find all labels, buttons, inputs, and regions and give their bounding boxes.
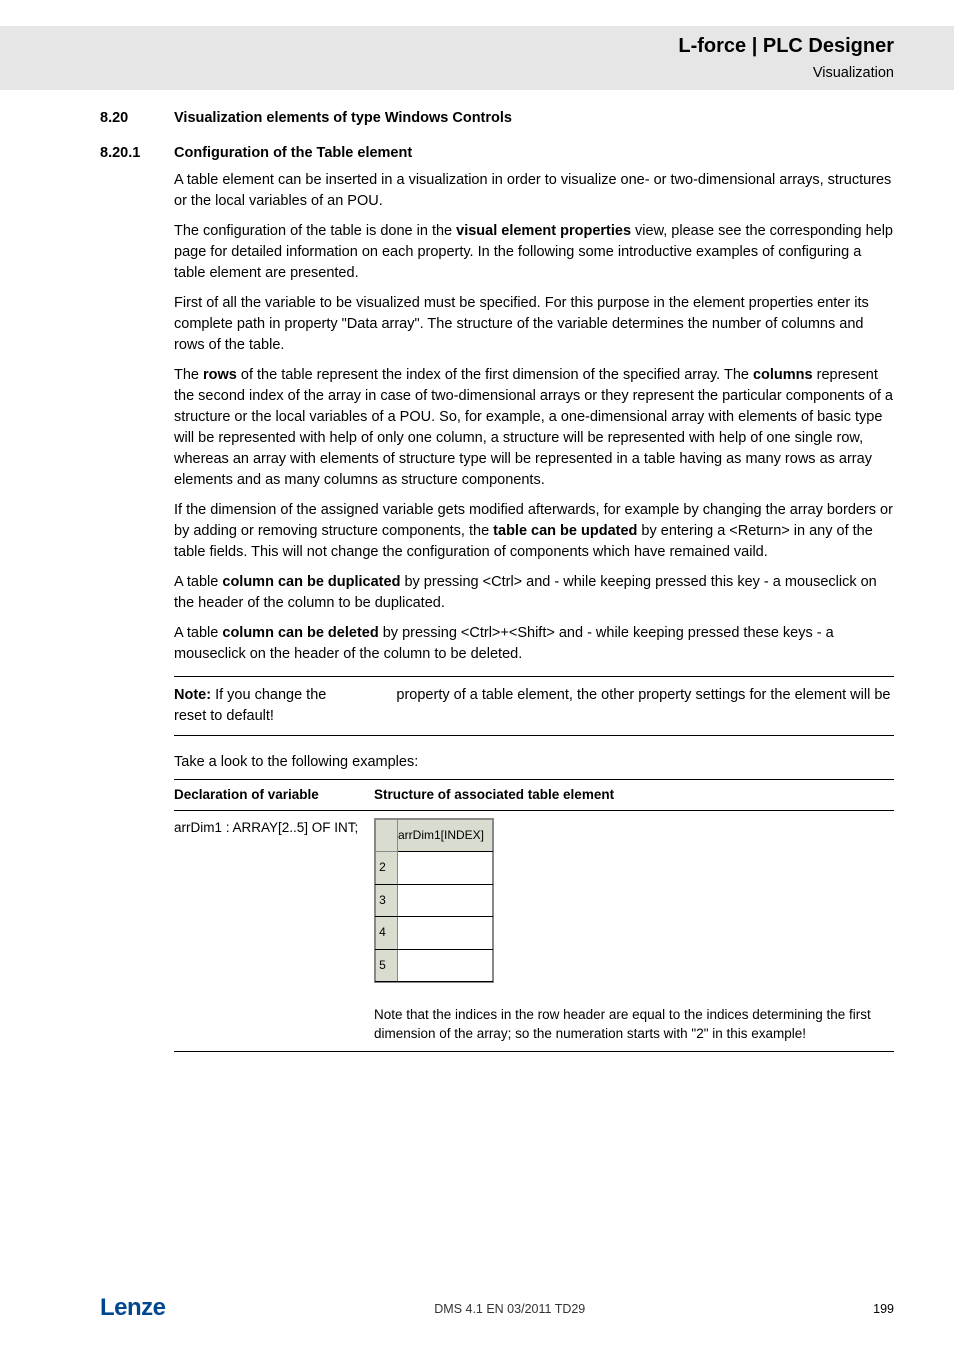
header-text-block: L-force | PLC Designer Visualization (100, 26, 954, 90)
paragraph-7: A table column can be deleted by pressin… (174, 623, 894, 665)
declaration-cell: arrDim1 : ARRAY[2..5] OF INT; (174, 810, 374, 1051)
content-body: A table element can be inserted in a vis… (174, 170, 894, 665)
paragraph-6: A table column can be duplicated by pres… (174, 572, 894, 614)
header-accent (0, 26, 100, 90)
structure-cell: arrDim1[INDEX] 2 3 4 5 Note that the ind… (374, 810, 894, 1051)
col-header-structure: Structure of associated table element (374, 780, 894, 811)
paragraph-4: The rows of the table represent the inde… (174, 365, 894, 491)
mini-row-head: 2 (376, 852, 398, 884)
paragraph-1: A table element can be inserted in a vis… (174, 170, 894, 212)
mini-row-head: 5 (376, 949, 398, 981)
mini-corner (376, 819, 398, 851)
paragraph-3: First of all the variable to be visualiz… (174, 293, 894, 356)
mini-table-screenshot: arrDim1[INDEX] 2 3 4 5 (374, 818, 494, 983)
note-box: Note: If you change the property of a ta… (174, 676, 894, 736)
mini-col-head: arrDim1[INDEX] (398, 819, 493, 851)
paragraph-5: If the dimension of the assigned variabl… (174, 500, 894, 563)
note-text-a: If you change the (211, 687, 330, 703)
footer-page-number: 199 (854, 1300, 894, 1318)
mini-row-head: 4 (376, 917, 398, 949)
page-header: L-force | PLC Designer Visualization (0, 26, 954, 90)
examples-table: Declaration of variable Structure of ass… (174, 779, 894, 1051)
note-lead: Note: (174, 687, 211, 703)
section-8-20-1: 8.20.1 Configuration of the Table elemen… (100, 143, 894, 164)
mini-table-note: Note that the indices in the row header … (374, 1005, 886, 1044)
paragraph-2: The configuration of the table is done i… (174, 221, 894, 284)
section-title: Visualization elements of type Windows C… (174, 108, 512, 129)
header-title: L-force | PLC Designer (100, 32, 894, 61)
subsection-number: 8.20.1 (100, 143, 174, 164)
subsection-title: Configuration of the Table element (174, 143, 412, 164)
header-subtitle: Visualization (100, 63, 894, 84)
section-8-20: 8.20 Visualization elements of type Wind… (100, 108, 894, 129)
page-footer: Lenze DMS 4.1 EN 03/2011 TD29 199 (100, 1291, 894, 1326)
mini-row-head: 3 (376, 884, 398, 916)
footer-doc-id: DMS 4.1 EN 03/2011 TD29 (166, 1300, 854, 1318)
col-header-declaration: Declaration of variable (174, 780, 374, 811)
section-number: 8.20 (100, 108, 174, 129)
table-row: arrDim1 : ARRAY[2..5] OF INT; arrDim1[IN… (174, 810, 894, 1051)
brand-logo: Lenze (100, 1291, 166, 1326)
examples-intro: Take a look to the following examples: (174, 752, 894, 773)
